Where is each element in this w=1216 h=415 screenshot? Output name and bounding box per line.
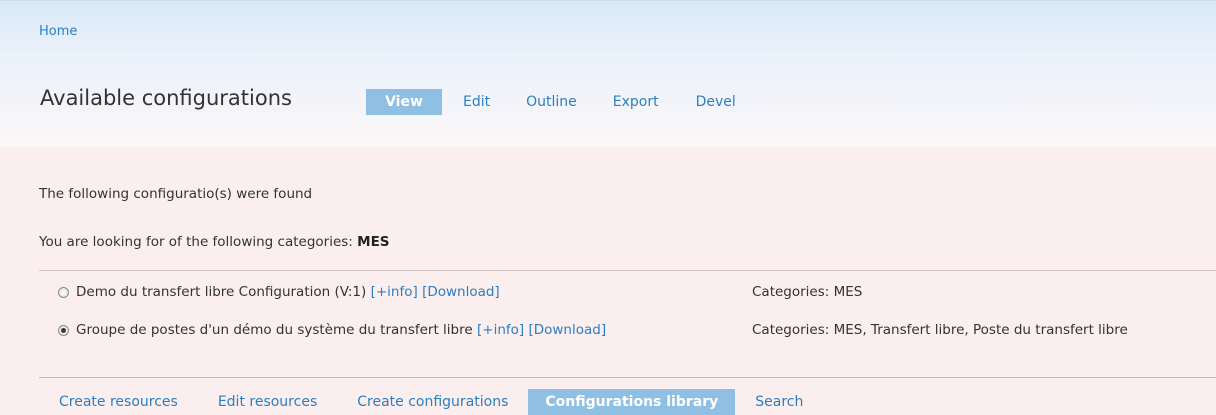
page-header: Available configurations View Edit Outli… — [0, 57, 1216, 147]
breadcrumb: Home — [0, 0, 1216, 57]
config-radio[interactable] — [58, 287, 69, 298]
categories-search-prefix: You are looking for of the following cat… — [39, 234, 353, 250]
nav-configurations-library[interactable]: Configurations library — [528, 389, 736, 415]
categories-search-value: MES — [357, 234, 390, 250]
tab-edit[interactable]: Edit — [463, 89, 490, 115]
tab-view[interactable]: View — [366, 89, 442, 115]
config-name: Groupe de postes d'un démo du système du… — [76, 322, 473, 338]
page-title: Available configurations — [40, 86, 292, 110]
nav-edit-resources[interactable]: Edit resources — [198, 389, 337, 415]
nav-create-configurations[interactable]: Create configurations — [337, 389, 528, 415]
bottom-nav: Create resources Edit resources Create c… — [39, 389, 823, 415]
results-found-text: The following configuratio(s) were found — [39, 186, 313, 202]
categories-search-text: You are looking for of the following cat… — [39, 234, 390, 250]
nav-divider — [39, 377, 1216, 378]
config-categories: Categories: MES — [752, 284, 863, 300]
divider — [39, 270, 1216, 271]
tab-devel[interactable]: Devel — [696, 89, 736, 115]
page: Home Available configurations View Edit … — [0, 0, 1216, 415]
config-label: Groupe de postes d'un démo du système du… — [76, 322, 606, 338]
primary-tabs: View Edit Outline Export Devel — [366, 89, 736, 115]
config-name: Demo du transfert libre Configuration (V… — [76, 284, 367, 300]
config-radio-selected[interactable] — [58, 325, 69, 336]
config-info-link[interactable]: [+info] — [477, 322, 524, 338]
config-download-link[interactable]: [Download] — [528, 322, 606, 338]
tab-outline[interactable]: Outline — [526, 89, 577, 115]
nav-search[interactable]: Search — [735, 389, 823, 415]
config-download-link[interactable]: [Download] — [422, 284, 500, 300]
breadcrumb-home-link[interactable]: Home — [39, 24, 77, 39]
nav-create-resources[interactable]: Create resources — [39, 389, 198, 415]
config-categories: Categories: MES, Transfert libre, Poste … — [752, 322, 1128, 338]
config-label: Demo du transfert libre Configuration (V… — [76, 284, 500, 300]
config-info-link[interactable]: [+info] — [371, 284, 418, 300]
tab-export[interactable]: Export — [613, 89, 659, 115]
